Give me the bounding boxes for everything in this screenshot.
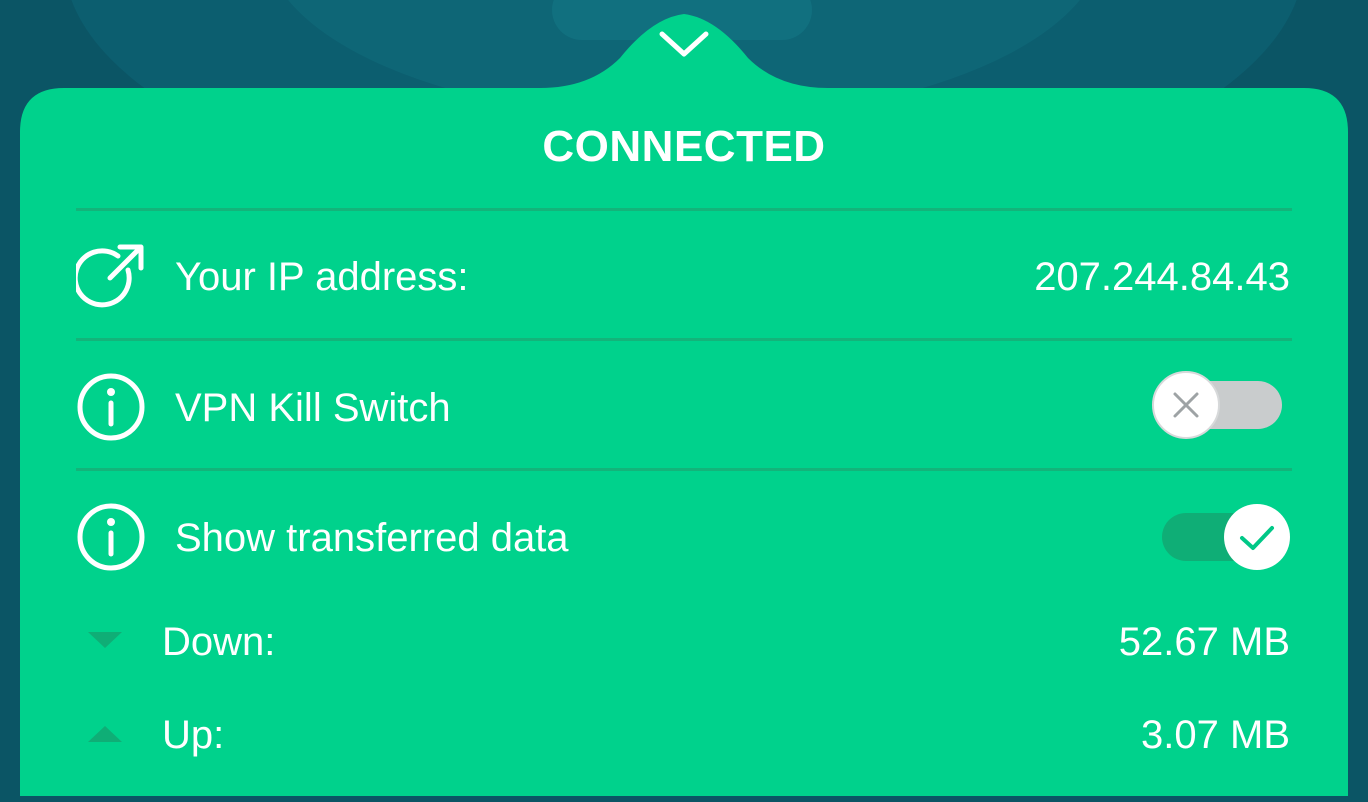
arrow-down-icon [88, 632, 122, 648]
divider [76, 468, 1292, 471]
info-icon[interactable] [76, 372, 146, 442]
chevron-down-icon [659, 31, 709, 57]
upload-value: 3.07 MB [1141, 713, 1290, 757]
download-label: Down: [162, 620, 276, 664]
info-icon[interactable] [76, 502, 146, 572]
transferred-data-toggle[interactable] [1150, 500, 1292, 574]
download-value: 52.67 MB [1118, 620, 1290, 664]
upload-label: Up: [162, 713, 225, 757]
divider [76, 338, 1292, 341]
external-link-icon [76, 244, 144, 308]
kill-switch-toggle[interactable] [1148, 368, 1288, 442]
arrow-up-icon [88, 726, 122, 742]
transferred-data-label: Show transferred data [175, 516, 569, 560]
ip-address-label: Your IP address: [175, 255, 469, 299]
divider [76, 208, 1292, 211]
connection-status-title: CONNECTED [542, 122, 826, 171]
ip-address-value: 207.244.84.43 [1034, 255, 1290, 299]
collapse-chevron-button[interactable] [654, 24, 714, 64]
kill-switch-label: VPN Kill Switch [175, 386, 451, 430]
